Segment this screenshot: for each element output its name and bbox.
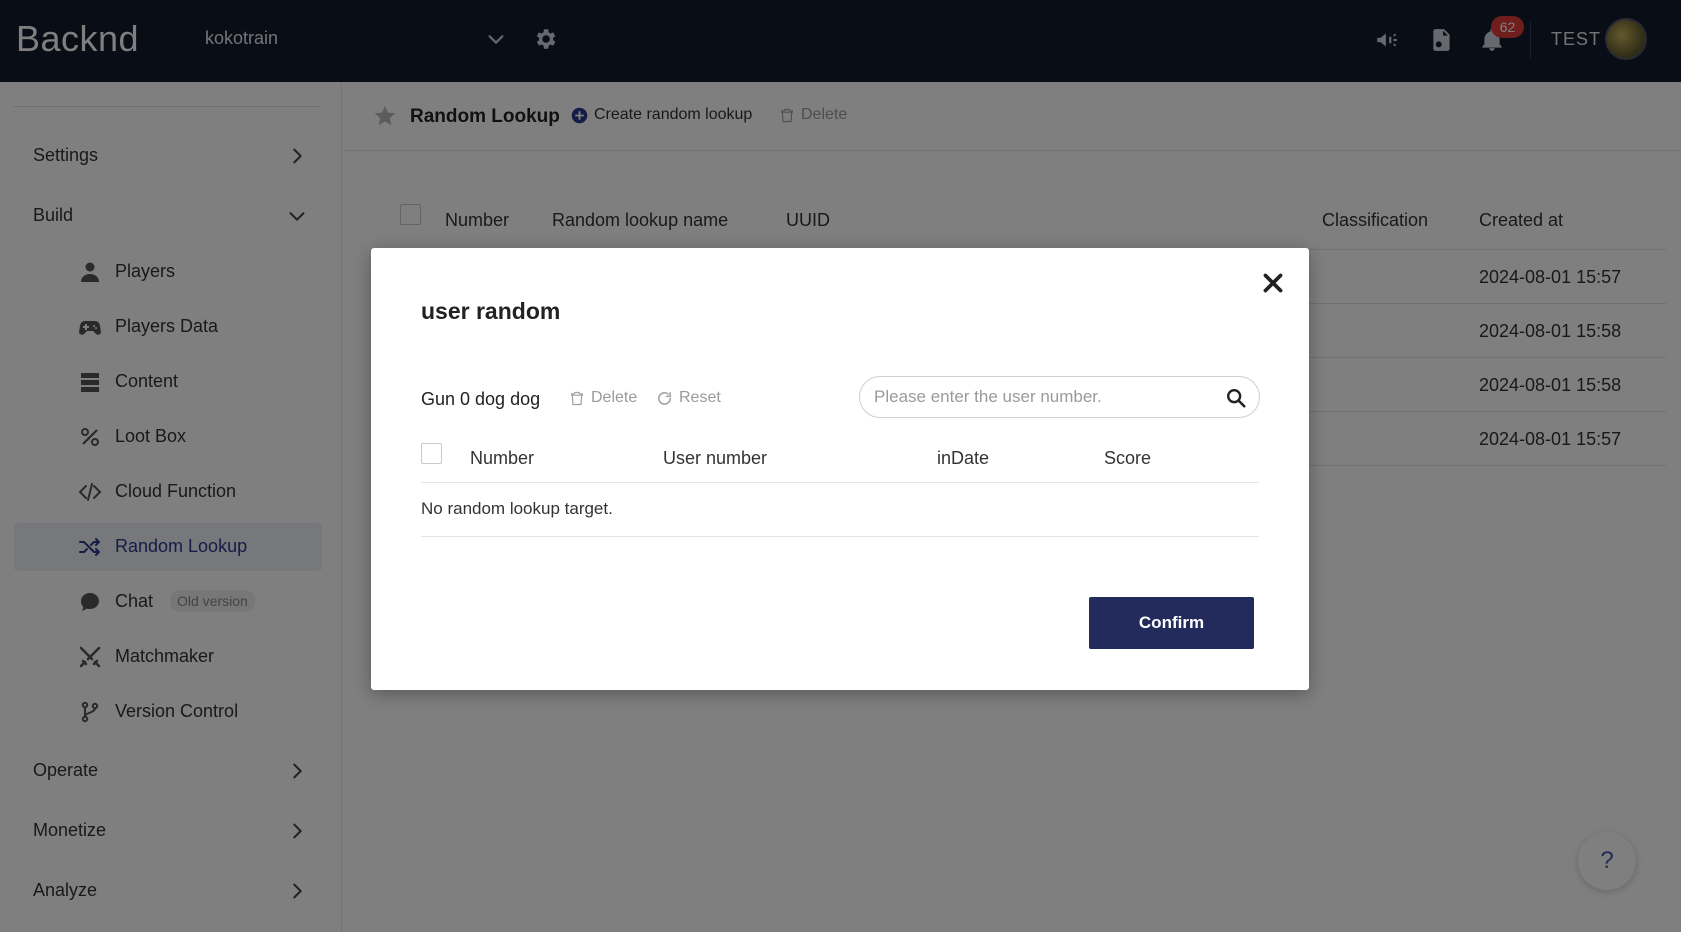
column-header: Number	[470, 448, 535, 468]
reset-label: Reset	[679, 389, 721, 406]
empty-state-row: No random lookup target.	[421, 483, 1259, 537]
reset-icon	[658, 391, 671, 405]
search-icon[interactable]	[1225, 387, 1247, 409]
column-header: User number	[663, 448, 768, 468]
delete-label: Delete	[591, 389, 638, 406]
close-icon[interactable]	[1260, 270, 1286, 296]
column-header: inDate	[937, 448, 990, 468]
confirm-button[interactable]: Confirm	[1089, 597, 1254, 649]
trash-icon	[571, 391, 583, 405]
modal-subtitle: Gun 0 dog dog	[421, 389, 541, 409]
modal-title: user random	[421, 298, 561, 324]
select-all-checkbox[interactable]	[421, 443, 442, 464]
modal-delete-button[interactable]: Delete	[569, 389, 637, 407]
user-random-modal: user random Gun 0 dog dog Delete Reset N…	[371, 248, 1309, 690]
modal-table-header: Number User number inDate Score	[421, 428, 1259, 483]
user-number-search	[859, 376, 1260, 418]
modal-reset-button[interactable]: Reset	[656, 389, 721, 407]
column-header: Score	[1104, 448, 1152, 468]
empty-state-text: No random lookup target.	[421, 499, 613, 518]
search-input[interactable]	[874, 386, 1214, 408]
